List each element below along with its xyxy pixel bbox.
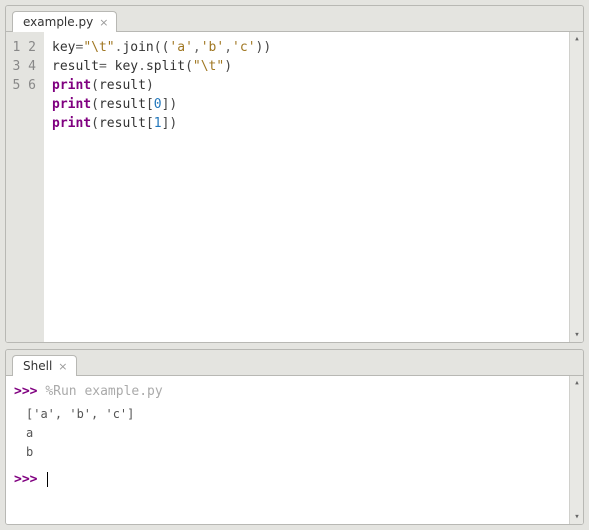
run-command: %Run example.py: [45, 384, 162, 399]
shell-output-line: a: [22, 424, 561, 443]
cursor: [47, 472, 48, 487]
shell-prompt: >>>: [14, 472, 37, 487]
code-line: print(result[0]): [52, 95, 561, 114]
shell-scrollbar[interactable]: ▴ ▾: [569, 376, 583, 524]
shell-output-line: ['a', 'b', 'c']: [22, 405, 561, 424]
scroll-down-icon[interactable]: ▾: [572, 330, 582, 340]
code-line: print(result): [52, 76, 561, 95]
editor-scrollbar[interactable]: ▴ ▾: [569, 32, 583, 342]
shell-tabbar: Shell ×: [6, 350, 583, 376]
shell-tab-label: Shell: [23, 359, 52, 373]
editor-tabbar: example.py ×: [6, 6, 583, 32]
code-line: key="\t".join(('a','b','c')): [52, 38, 561, 57]
code-line: result= key.split("\t"): [52, 57, 561, 76]
close-icon[interactable]: ×: [58, 360, 67, 373]
code-line: [52, 133, 561, 152]
editor-tab[interactable]: example.py ×: [12, 11, 117, 32]
scroll-up-icon[interactable]: ▴: [572, 34, 582, 44]
scroll-down-icon[interactable]: ▾: [572, 512, 582, 522]
shell-output-line: b: [22, 443, 561, 462]
line-gutter: 1 2 3 4 5 6: [6, 32, 44, 342]
editor-panel: example.py × 1 2 3 4 5 6 key="\t".join((…: [5, 5, 584, 343]
shell-tab[interactable]: Shell ×: [12, 355, 77, 376]
close-icon[interactable]: ×: [99, 16, 108, 29]
editor-tab-label: example.py: [23, 15, 93, 29]
shell-content: >>> %Run example.py ['a', 'b', 'c']ab>>> …: [6, 376, 583, 524]
shell-prompt: >>>: [14, 384, 37, 399]
editor-content: 1 2 3 4 5 6 key="\t".join(('a','b','c'))…: [6, 32, 583, 342]
shell-area[interactable]: >>> %Run example.py ['a', 'b', 'c']ab >>>: [6, 376, 569, 524]
code-area[interactable]: key="\t".join(('a','b','c'))result= key.…: [44, 32, 569, 342]
shell-panel: Shell × >>> %Run example.py ['a', 'b', 'c…: [5, 349, 584, 525]
code-line: print(result[1]): [52, 114, 561, 133]
scroll-up-icon[interactable]: ▴: [572, 378, 582, 388]
